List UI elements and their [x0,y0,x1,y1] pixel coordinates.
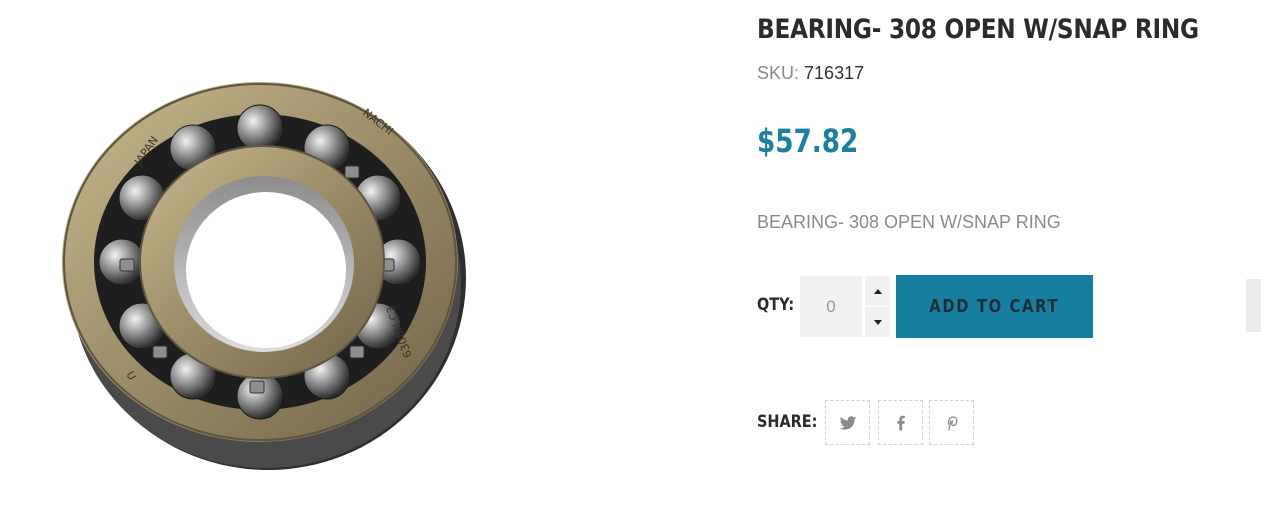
share-pinterest-button[interactable] [929,400,974,445]
sku-label: SKU: [757,63,800,83]
sku: SKU: 716317 [757,63,864,84]
sku-value: 716317 [804,63,865,83]
facebook-icon [896,415,905,430]
scroll-tab[interactable] [1246,279,1261,332]
twitter-icon [839,415,856,430]
product-title: BEARING- 308 OPEN W/SNAP RING [757,14,1199,45]
share-label: SHARE: [757,412,818,432]
product-price: $57.82 [757,122,859,160]
product-description: BEARING- 308 OPEN W/SNAP RING [757,212,1061,232]
qty-increment-button[interactable] [865,276,890,306]
share-facebook-button[interactable] [878,400,923,445]
caret-down-icon [873,319,882,325]
caret-up-icon [873,288,882,294]
add-to-cart-button[interactable]: ADD TO CART [896,275,1093,338]
qty-input[interactable] [800,276,862,337]
share-twitter-button[interactable] [825,400,870,445]
add-to-cart-label: ADD TO CART [929,296,1060,317]
qty-decrement-button[interactable] [865,307,890,337]
qty-label: QTY: [757,295,795,315]
product-image: JAPAN NACHI 6308N C3 U [40,56,490,496]
pinterest-icon [947,415,957,431]
